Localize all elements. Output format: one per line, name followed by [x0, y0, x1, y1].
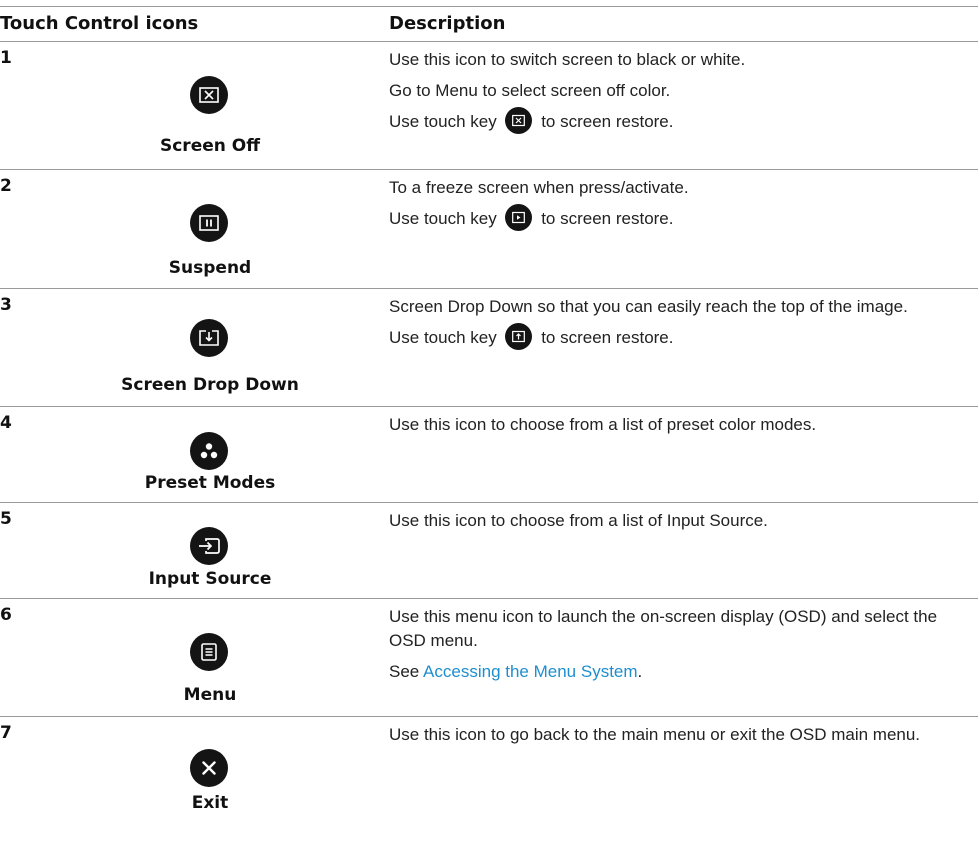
description-line: Use this icon to choose from a list of p…	[389, 415, 817, 434]
icon-cell	[175, 76, 243, 114]
row-number: 6	[0, 605, 12, 625]
icon-name: Screen Off	[159, 136, 260, 156]
preset-modes-icon	[190, 432, 228, 470]
description-line: To a freeze screen when press/activate.	[389, 178, 689, 197]
drop-down-icon	[190, 319, 228, 357]
play-icon	[505, 204, 533, 232]
icon-cell	[175, 527, 243, 565]
header-description: Description	[389, 13, 506, 34]
icon-cell	[175, 749, 243, 787]
description-line: Use this icon to choose from a list of I…	[389, 511, 768, 530]
screen-off-icon	[505, 107, 533, 135]
accessing-menu-system-link[interactable]: Accessing the Menu System	[423, 662, 637, 681]
table-row: 4 Preset Modes Use this icon to choose f…	[0, 407, 978, 503]
row-number: 7	[0, 723, 12, 743]
screen-off-icon	[190, 76, 228, 114]
description: Use this icon to choose from a list of p…	[389, 413, 974, 444]
restore-line: Use touch key to screen restore.	[389, 107, 974, 135]
restore-line: Use touch key to screen restore.	[389, 323, 974, 351]
drop-up-icon	[505, 323, 533, 351]
icon-name: Screen Drop Down	[121, 375, 299, 395]
row-number: 2	[0, 176, 12, 196]
header-touch-control-icons: Touch Control icons	[0, 13, 199, 34]
touch-control-table: Touch Control icons Description 1 Screen…	[0, 6, 978, 837]
description: Use this menu icon to launch the on-scre…	[389, 605, 974, 691]
pause-icon	[190, 204, 228, 242]
table-row: 2 Suspend To a freeze screen when press/…	[0, 170, 978, 289]
row-number: 5	[0, 509, 12, 529]
row-number: 1	[0, 48, 12, 68]
table-header: Touch Control icons Description	[0, 6, 978, 42]
description: Use this icon to choose from a list of I…	[389, 509, 974, 540]
row-number: 4	[0, 413, 12, 433]
row-number: 3	[0, 295, 12, 315]
description-line: Use this icon to go back to the main men…	[389, 725, 921, 744]
input-source-icon	[190, 527, 228, 565]
icon-name: Suspend	[168, 258, 252, 278]
restore-line: Use touch key to screen restore.	[389, 204, 974, 232]
description-line: Go to Menu to select screen off color.	[389, 81, 671, 100]
table-row: 1 Screen Off Use this icon to switch scr…	[0, 42, 978, 170]
description: To a freeze screen when press/activate. …	[389, 176, 974, 238]
description: Use this icon to go back to the main men…	[389, 723, 974, 754]
icon-name: Menu	[183, 685, 237, 705]
table-row: 3 Screen Drop Down Screen Drop Down so t…	[0, 289, 978, 407]
see-line: See Accessing the Menu System.	[389, 662, 643, 681]
description-line: Use this icon to switch screen to black …	[389, 50, 746, 69]
menu-icon	[190, 633, 228, 671]
icon-cell	[175, 204, 243, 242]
table-row: 5 Input Source Use this icon to choose f…	[0, 503, 978, 599]
table-row: 7 Exit Use this icon to go back to the m…	[0, 717, 978, 837]
icon-name: Exit	[191, 793, 229, 813]
icon-cell	[175, 319, 243, 357]
exit-icon	[190, 749, 228, 787]
icon-cell	[175, 432, 243, 470]
icon-name: Preset Modes	[144, 473, 276, 493]
table-row: 6 Menu Use this menu icon to launch the …	[0, 599, 978, 717]
description: Use this icon to switch screen to black …	[389, 48, 974, 141]
icon-name: Input Source	[148, 569, 272, 589]
description-line: Use this menu icon to launch the on-scre…	[389, 607, 938, 650]
description-line: Screen Drop Down so that you can easily …	[389, 297, 908, 316]
icon-cell	[175, 633, 243, 671]
description: Screen Drop Down so that you can easily …	[389, 295, 974, 357]
